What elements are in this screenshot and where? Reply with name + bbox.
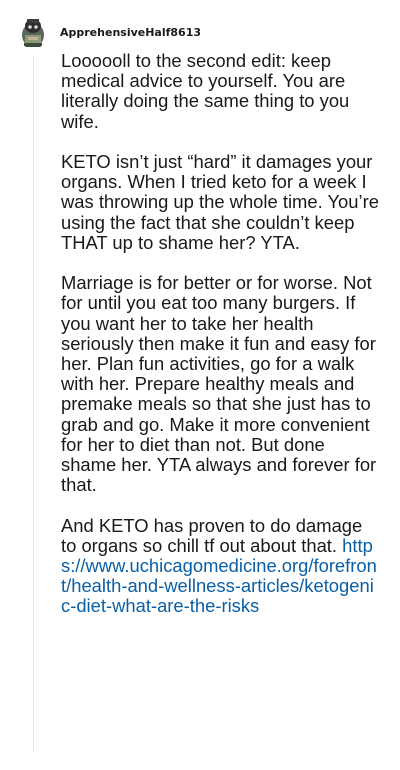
comment-paragraph: Marriage is for better or for worse. Not… [61, 272, 377, 496]
comment-paragraph: KETO isn’t just “hard” it damages your o… [61, 151, 379, 253]
comment-body: Loooooll to the second edit: keep medica… [61, 50, 381, 637]
comment-paragraph: Loooooll to the second edit: keep medica… [61, 50, 350, 132]
comment: ApprehensiveHalf8613 Loooooll to the sec… [0, 0, 400, 770]
comment-paragraph-with-link: And KETO has proven to do damage to orga… [61, 514, 381, 617]
thread-collapse-line[interactable] [33, 55, 34, 753]
username[interactable]: ApprehensiveHalf8613 [60, 26, 201, 39]
comment-paragraph: And KETO has proven to do damage to orga… [61, 514, 363, 556]
snoo-avatar-icon[interactable] [18, 15, 48, 49]
comment-header: ApprehensiveHalf8613 [18, 15, 201, 49]
